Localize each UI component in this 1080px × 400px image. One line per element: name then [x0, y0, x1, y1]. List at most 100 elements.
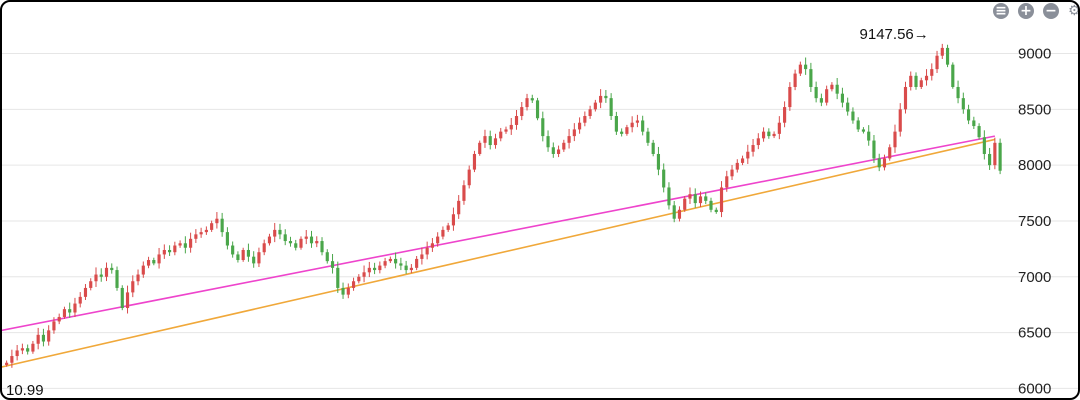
candle-body	[110, 267, 114, 271]
candle-body	[646, 131, 650, 143]
candle-body	[215, 218, 219, 224]
candle-body	[914, 75, 918, 87]
candle-body	[688, 194, 692, 199]
candle-body	[378, 265, 382, 271]
candle-body	[751, 145, 755, 152]
candle-body	[415, 258, 419, 268]
candle-body	[451, 214, 456, 226]
candle-body	[383, 261, 387, 266]
candle-body	[52, 321, 56, 331]
candle-body	[178, 243, 182, 246]
candle-body	[872, 140, 876, 159]
candle-body	[478, 142, 482, 154]
candle-body	[672, 205, 676, 219]
candle-body	[404, 265, 408, 271]
candle-body	[614, 116, 618, 132]
candle-body	[462, 185, 466, 201]
zoom-out-icon[interactable]: −	[1043, 3, 1059, 19]
candle-body	[930, 69, 934, 76]
candle-body	[924, 75, 929, 81]
candle-body	[31, 343, 35, 352]
candle-body	[399, 263, 403, 266]
settings-icon[interactable]: ⚙	[1068, 3, 1078, 19]
candle-body	[641, 120, 645, 132]
candle-body	[236, 254, 240, 261]
candle-body	[425, 247, 429, 255]
candle-body	[693, 194, 697, 204]
max-value-label: 9147.56→	[860, 26, 929, 43]
candle-body	[893, 131, 897, 148]
candle-body	[246, 249, 251, 257]
y-tick-label: 8500	[1018, 101, 1051, 118]
y-tick-label: 6000	[1018, 380, 1051, 397]
candle-body	[714, 209, 718, 213]
candle-body	[509, 124, 513, 130]
zoom-in-icon[interactable]: +	[1018, 3, 1034, 19]
candle-body	[635, 120, 639, 123]
candle-body	[945, 47, 950, 65]
y-tick-label: 8000	[1018, 157, 1051, 174]
candle-body	[210, 223, 214, 230]
candle-body	[551, 147, 555, 154]
candle-body	[530, 98, 534, 101]
candle-body	[940, 47, 944, 56]
candle-body	[262, 243, 266, 253]
candle-body	[793, 73, 797, 87]
candle-body	[578, 122, 582, 130]
candle-body	[956, 86, 960, 99]
candlestick-chart: 6000 6500 7000 7500 8000 8500 9000 9147.56→ 10.…	[2, 26, 1078, 398]
candle-body	[599, 95, 603, 103]
candle-body	[273, 229, 277, 237]
candle-body	[351, 281, 356, 288]
candle-body	[656, 153, 661, 170]
candle-body	[152, 260, 156, 264]
candle-body	[409, 267, 413, 271]
candle-body	[961, 98, 965, 110]
candle-body	[120, 287, 124, 309]
grid-lines	[2, 52, 1078, 389]
candle-body	[394, 258, 398, 264]
candle-body	[888, 147, 892, 159]
candle-body	[535, 100, 540, 119]
candle-body	[47, 330, 51, 342]
candle-body	[830, 84, 834, 90]
candle-body	[583, 116, 587, 123]
candle-body	[115, 270, 119, 288]
candle-body	[457, 200, 461, 215]
candle-body	[341, 287, 345, 295]
candle-body	[877, 158, 881, 168]
candle-body	[993, 142, 997, 166]
candle-body	[909, 75, 913, 87]
candle-body	[325, 252, 329, 262]
candle-body	[441, 229, 445, 237]
candle-body	[5, 362, 9, 365]
candle-body	[162, 249, 166, 255]
candle-body	[683, 198, 687, 210]
candle-body	[783, 107, 787, 123]
candle-body	[982, 137, 986, 154]
candle-body	[446, 225, 450, 230]
candle-body	[804, 64, 808, 70]
trendlines	[2, 135, 996, 368]
candle-body	[168, 249, 172, 253]
candle-body	[761, 131, 766, 139]
candle-body	[125, 292, 130, 309]
candle-body	[698, 196, 703, 204]
candle-body	[903, 86, 908, 110]
candle-body	[304, 236, 308, 239]
candle-body	[57, 316, 61, 322]
candle-body	[772, 133, 776, 137]
candle-body	[41, 334, 46, 342]
candle-body	[283, 234, 287, 242]
candle-body	[919, 80, 923, 87]
candle-body	[609, 98, 613, 117]
trendline	[2, 138, 996, 368]
candle-body	[267, 236, 272, 244]
candle-body	[10, 356, 14, 363]
candle-body	[225, 232, 229, 246]
candle-body	[173, 245, 177, 253]
candle-body	[667, 187, 671, 206]
menu-icon[interactable]: ≡	[993, 3, 1009, 19]
candle-body	[630, 122, 634, 128]
candle-body	[546, 136, 550, 148]
